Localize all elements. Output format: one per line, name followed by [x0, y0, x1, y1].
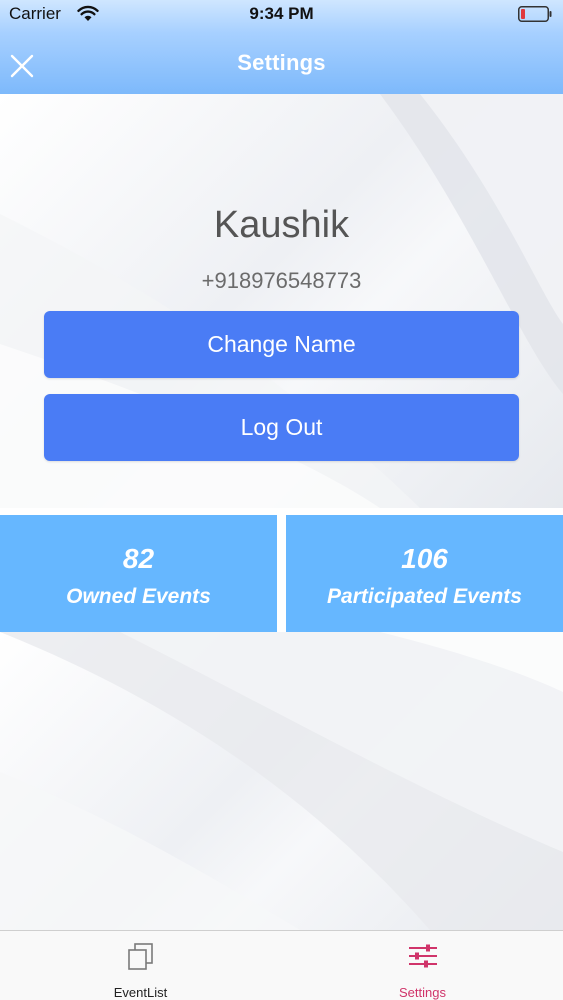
tab-settings[interactable]: Settings: [282, 931, 563, 1000]
user-name: Kaushik: [213, 204, 350, 246]
page-title: Settings: [237, 50, 326, 75]
participated-events-count: 106: [401, 543, 448, 574]
change-name-button[interactable]: Change Name: [44, 311, 519, 378]
header: Carrier 9:34 PM Settings: [0, 0, 563, 94]
owned-events-label: Owned Events: [66, 585, 211, 608]
owned-events-tile[interactable]: 82 Owned Events: [0, 515, 277, 632]
logout-button[interactable]: Log Out: [44, 394, 519, 461]
lower-background: [0, 632, 563, 930]
tab-label-eventlist: EventList: [113, 985, 168, 1000]
stats-row: 82 Owned Events 106 Participated Events: [0, 508, 563, 632]
participated-events-tile[interactable]: 106 Participated Events: [286, 515, 563, 632]
settings-screen: Carrier 9:34 PM Settings Kaushik +918976…: [0, 0, 563, 1000]
nav-bar: Settings: [0, 30, 563, 94]
user-phone: +918976548773: [201, 268, 362, 293]
profile-section: Kaushik +918976548773 Change Name Log Ou…: [0, 94, 563, 508]
participated-events-label: Participated Events: [327, 585, 522, 608]
tab-label-settings: Settings: [399, 985, 446, 1000]
battery-low-icon: [518, 6, 552, 22]
owned-events-count: 82: [122, 543, 155, 574]
tab-bar: EventList Settings: [0, 930, 563, 1000]
tab-eventlist[interactable]: EventList: [0, 931, 281, 1000]
background-waves-lower: [0, 632, 563, 930]
clock: 9:34 PM: [249, 4, 314, 23]
copy-icon: [127, 943, 153, 970]
status-bar: Carrier 9:34 PM: [0, 0, 563, 30]
sliders-icon: [408, 944, 437, 968]
